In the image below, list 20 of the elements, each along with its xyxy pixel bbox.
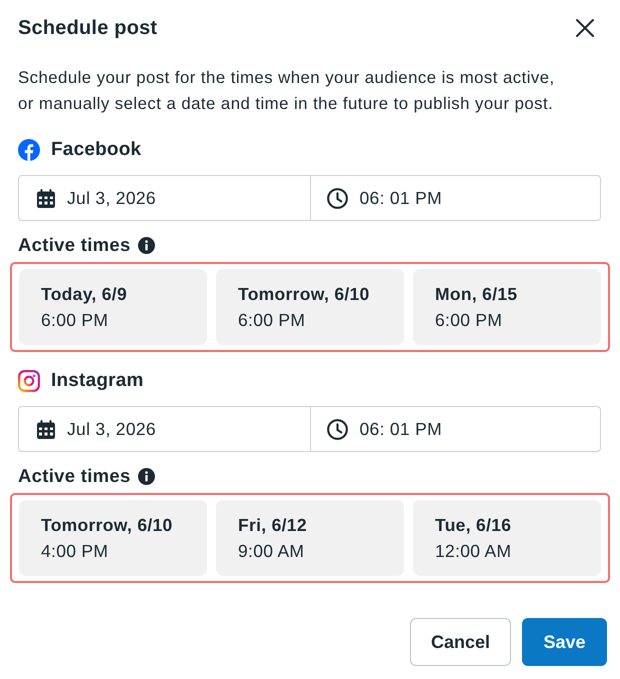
active-time-option[interactable]: Fri, 6/12 9:00 AM (216, 500, 404, 576)
facebook-icon (18, 139, 40, 161)
platform-name: Facebook (51, 138, 142, 162)
section-label: Active times (18, 233, 131, 258)
info-icon (138, 236, 155, 254)
dialog-description: Schedule your post for the times when your audience is most active, or manually select a date and time in the future to publish your post. (18, 67, 556, 115)
instagram-icon (18, 370, 40, 392)
active-time-option[interactable]: Tomorrow, 6/10 6:00 PM (216, 269, 404, 345)
close-button[interactable] (574, 17, 596, 39)
close-icon (575, 18, 595, 38)
active-time-option[interactable]: Today, 6/9 6:00 PM (19, 269, 207, 345)
save-button[interactable]: Save (522, 618, 607, 666)
cancel-button[interactable]: Cancel (410, 618, 511, 666)
active-time-option[interactable]: Mon, 6/15 6:00 PM (413, 269, 601, 345)
platform-name: Instagram (51, 368, 144, 393)
info-icon (138, 468, 155, 484)
section-label: Active times (18, 464, 131, 488)
active-time-option[interactable]: Tue, 6/16 12:00 AM (413, 500, 601, 576)
active-time-option[interactable]: Tomorrow, 6/10 4:00 PM (19, 500, 207, 576)
dialog-title: Schedule post (18, 16, 158, 40)
